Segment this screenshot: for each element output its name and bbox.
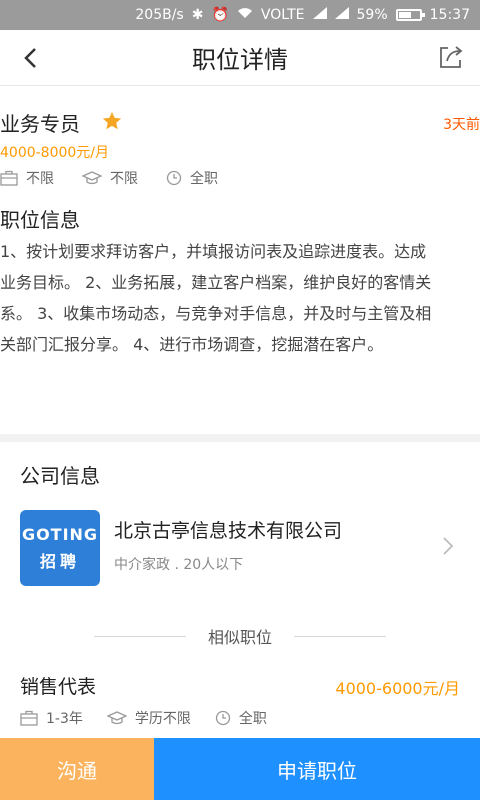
graduation-cap-icon (106, 711, 127, 725)
company-info-title: 公司信息 (20, 464, 100, 488)
briefcase-icon (20, 710, 38, 726)
company-meta: 中介家政 . 20人以下 (114, 557, 244, 573)
back-button[interactable] (18, 44, 42, 72)
similar-job-salary: 4000-6000元/月 (335, 679, 460, 698)
section-divider (0, 434, 480, 442)
company-card[interactable]: GOTING 招聘 北京古亭信息技术有限公司 中介家政 . 20人以下 (20, 510, 460, 586)
graduation-cap-icon (82, 171, 102, 185)
tag-type: 全职 (166, 168, 218, 188)
job-title-row: 业务专员 3天前 (0, 108, 480, 138)
app-header: 职位详情 (0, 30, 480, 86)
tag-experience: 1-3年 (20, 708, 83, 728)
signal-icon (312, 7, 327, 23)
similar-job-tags: 1-3年 学历不限 全职 (20, 708, 267, 728)
clock-icon (215, 710, 231, 726)
bottom-action-bar: 沟通 申请职位 (0, 738, 480, 800)
job-info-title: 职位信息 (0, 208, 80, 232)
briefcase-icon (0, 170, 18, 186)
bluetooth-icon: ✱ (191, 7, 204, 23)
divider-line-right (294, 635, 386, 637)
page-title: 职位详情 (192, 46, 288, 74)
job-description: 1、按计划要求拜访客户，并填报访问表及追踪进度表。达成业务目标。 2、业务拓展，… (0, 242, 432, 354)
signal-icon-2 (334, 7, 349, 23)
divider-line-left (93, 635, 186, 637)
chevron-left-icon (24, 48, 36, 68)
similar-job-title: 销售代表 (20, 676, 97, 698)
clock-icon (166, 170, 182, 186)
battery-icon (395, 9, 425, 21)
status-bar: 205B/s ✱ ⏰ VOLTE 59% 15:37 (0, 0, 480, 30)
chat-button[interactable]: 沟通 (0, 738, 154, 800)
tag-education: 学历不限 (106, 708, 191, 728)
network-speed: 205B/s (135, 7, 184, 23)
posted-time: 3天前 (443, 117, 480, 133)
job-title: 业务专员 (0, 112, 80, 136)
similar-jobs-title: 相似职位 (207, 628, 272, 647)
star-icon[interactable] (101, 110, 123, 136)
job-detail-section: 业务专员 3天前 4000-8000元/月 不限 不限 全职 职位信息 1、按计… (0, 86, 480, 434)
network-type: VOLTE (260, 7, 305, 23)
alarm-icon: ⏰ (211, 7, 229, 23)
apply-button[interactable]: 申请职位 (154, 738, 480, 800)
company-name: 北京古亭信息技术有限公司 (114, 520, 343, 542)
job-tags: 不限 不限 全职 (0, 168, 218, 188)
chevron-right-icon (443, 537, 454, 555)
clock-time: 15:37 (429, 7, 470, 23)
tag-education: 不限 (82, 168, 138, 188)
tag-experience: 不限 (0, 168, 54, 188)
tag-type: 全职 (215, 708, 267, 728)
wifi-icon (237, 7, 253, 23)
share-button[interactable] (438, 44, 466, 72)
battery-percent: 59% (356, 7, 388, 23)
company-logo: GOTING 招聘 (20, 510, 100, 586)
similar-jobs-header: 相似职位 (0, 624, 480, 648)
share-icon (440, 46, 463, 68)
job-salary: 4000-8000元/月 (0, 145, 110, 161)
